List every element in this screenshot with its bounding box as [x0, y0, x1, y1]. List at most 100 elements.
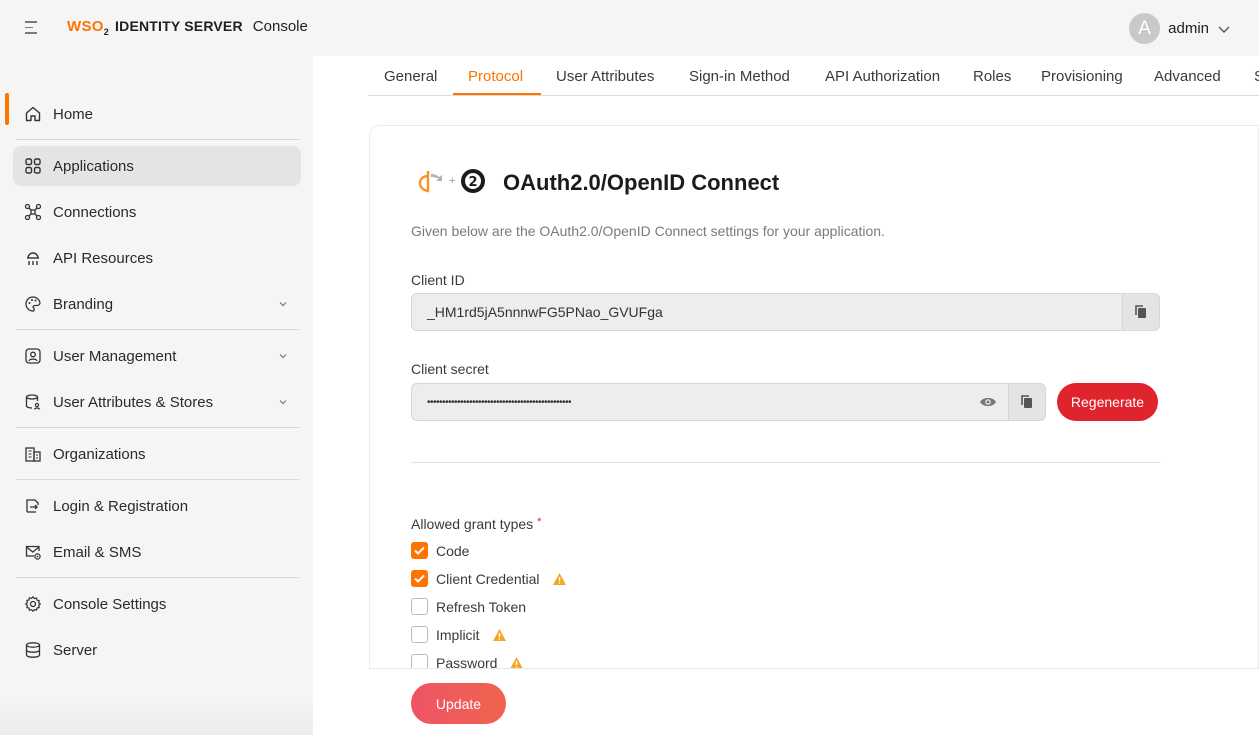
checkbox[interactable] [411, 570, 428, 587]
client-id-field[interactable]: _HM1rd5jA5nnnwFG5PNao_GVUFga [411, 293, 1123, 331]
sidebar-footer-shade [0, 700, 313, 735]
required-mark: * [537, 516, 542, 528]
sidebar-divider [16, 329, 299, 330]
sidebar-divider [16, 479, 299, 480]
regenerate-button[interactable]: Regenerate [1057, 383, 1158, 421]
chevron-down-icon [279, 354, 287, 359]
openid-icon [418, 171, 442, 193]
sidebar-item-email-sms[interactable]: Email & SMS [13, 532, 301, 572]
sidebar-item-label: Home [53, 105, 94, 123]
product-logo[interactable]: WSO2 IDENTITY SERVER Console [67, 18, 308, 37]
applications-icon [23, 156, 43, 176]
sidebar-item-console-settings[interactable]: Console Settings [13, 584, 301, 624]
grant-type-code[interactable]: Code [411, 542, 469, 559]
eye-icon[interactable] [979, 395, 997, 409]
sidebar-item-connections[interactable]: Connections [13, 192, 301, 232]
sidebar-item-branding[interactable]: Branding [13, 284, 301, 324]
tab-api-authorization[interactable]: API Authorization [825, 68, 940, 85]
sidebar-item-server[interactable]: Server [13, 630, 301, 670]
sidebar-item-home[interactable]: Home [13, 94, 301, 134]
tab-advanced[interactable]: Advanced [1154, 68, 1221, 85]
copy-icon [1021, 395, 1032, 408]
grant-type-implicit[interactable]: Implicit [411, 626, 507, 643]
checkbox-label: Code [436, 542, 470, 559]
sidebar-divider [16, 427, 299, 428]
sidebar-item-label: Login & Registration [53, 497, 189, 515]
sidebar-item-label: Connections [53, 203, 137, 221]
client-secret-label: Client secret [411, 361, 489, 377]
protocol-logos: + 2 [417, 167, 487, 195]
avatar[interactable]: A [1129, 13, 1161, 44]
checkbox-label: Refresh Token [436, 598, 527, 615]
sidebar-divider [16, 139, 299, 140]
protocol-card [369, 125, 1259, 735]
checkbox-label: Client Credential [436, 570, 540, 587]
user-menu[interactable]: A admin [1129, 13, 1231, 44]
sidebar-item-label: Organizations [53, 445, 146, 463]
client-secret-value: ••••••••••••••••••••••••••••••••••••••••… [427, 396, 572, 408]
sidebar-item-login-registration[interactable]: Login & Registration [13, 486, 301, 526]
sidebar-item-user-management[interactable]: User Management [13, 336, 301, 376]
gear-icon [23, 594, 43, 614]
checkbox[interactable] [411, 542, 428, 559]
api-resources-icon [23, 248, 43, 268]
sidebar-item-label: API Resources [53, 249, 154, 267]
home-icon [23, 104, 43, 124]
chevron-down-icon [279, 400, 287, 405]
checkbox[interactable] [411, 598, 428, 615]
oauth2-icon: 2 [461, 169, 486, 193]
sidebar-item-organizations[interactable]: Organizations [13, 434, 301, 474]
sidebar-divider [16, 577, 299, 578]
tab-protocol[interactable]: Protocol [468, 68, 523, 85]
check-icon [414, 546, 425, 555]
plus-icon: + [449, 175, 456, 187]
organizations-icon [23, 444, 43, 464]
connections-icon [23, 202, 43, 222]
login-registration-icon [23, 496, 43, 516]
grant-type-client-credential[interactable]: Client Credential [411, 570, 567, 587]
tab-overflow[interactable]: S [1254, 68, 1259, 85]
logo-product-name: IDENTITY SERVER [115, 18, 243, 34]
warning-icon [552, 572, 566, 585]
allowed-grant-types-label: Allowed grant types * [411, 516, 542, 532]
copy-client-id-button[interactable] [1122, 293, 1160, 331]
client-id-label: Client ID [411, 272, 465, 288]
sidebar-item-label: Email & SMS [53, 543, 142, 561]
svg-text:2: 2 [469, 175, 478, 190]
client-secret-field[interactable]: ••••••••••••••••••••••••••••••••••••••••… [411, 383, 1009, 421]
tab-roles[interactable]: Roles [973, 68, 1011, 85]
logo-brand: WSO2 [67, 18, 110, 37]
sidebar-item-label: Applications [53, 157, 134, 175]
sidebar-item-label: User Attributes & Stores [53, 393, 214, 411]
hamburger-menu-icon[interactable] [25, 21, 41, 35]
user-attributes-icon [23, 392, 43, 412]
page-title: OAuth2.0/OpenID Connect [503, 170, 780, 195]
active-tab-indicator [453, 93, 541, 95]
grant-type-refresh-token[interactable]: Refresh Token [411, 598, 526, 615]
sidebar-item-applications[interactable]: Applications [13, 146, 301, 186]
tab-sign-in-method[interactable]: Sign-in Method [689, 68, 790, 85]
page-subtitle: Given below are the OAuth2.0/OpenID Conn… [411, 223, 885, 239]
sidebar-item-user-attributes[interactable]: User Attributes & Stores [13, 382, 301, 422]
sidebar-item-api-resources[interactable]: API Resources [13, 238, 301, 278]
sidebar-item-label: Console Settings [53, 595, 167, 613]
chevron-down-icon[interactable] [1217, 22, 1231, 36]
section-divider [411, 462, 1161, 463]
top-header: WSO2 IDENTITY SERVER Console A admin [0, 0, 1259, 56]
active-indicator [5, 93, 9, 125]
tab-provisioning[interactable]: Provisioning [1041, 68, 1123, 85]
username[interactable]: admin [1168, 20, 1209, 37]
tab-general[interactable]: General [384, 68, 437, 85]
branding-icon [23, 294, 43, 314]
server-icon [23, 640, 43, 660]
sidebar-item-label: Branding [53, 295, 114, 313]
chevron-down-icon [279, 302, 287, 307]
copy-icon [1135, 305, 1146, 318]
update-button[interactable]: Update [411, 683, 506, 724]
email-sms-icon [23, 542, 43, 562]
checkbox-label: Implicit [436, 626, 480, 643]
logo-console-label: Console [252, 18, 308, 35]
checkbox[interactable] [411, 626, 428, 643]
copy-client-secret-button[interactable] [1008, 383, 1046, 421]
tab-user-attributes[interactable]: User Attributes [556, 68, 654, 85]
